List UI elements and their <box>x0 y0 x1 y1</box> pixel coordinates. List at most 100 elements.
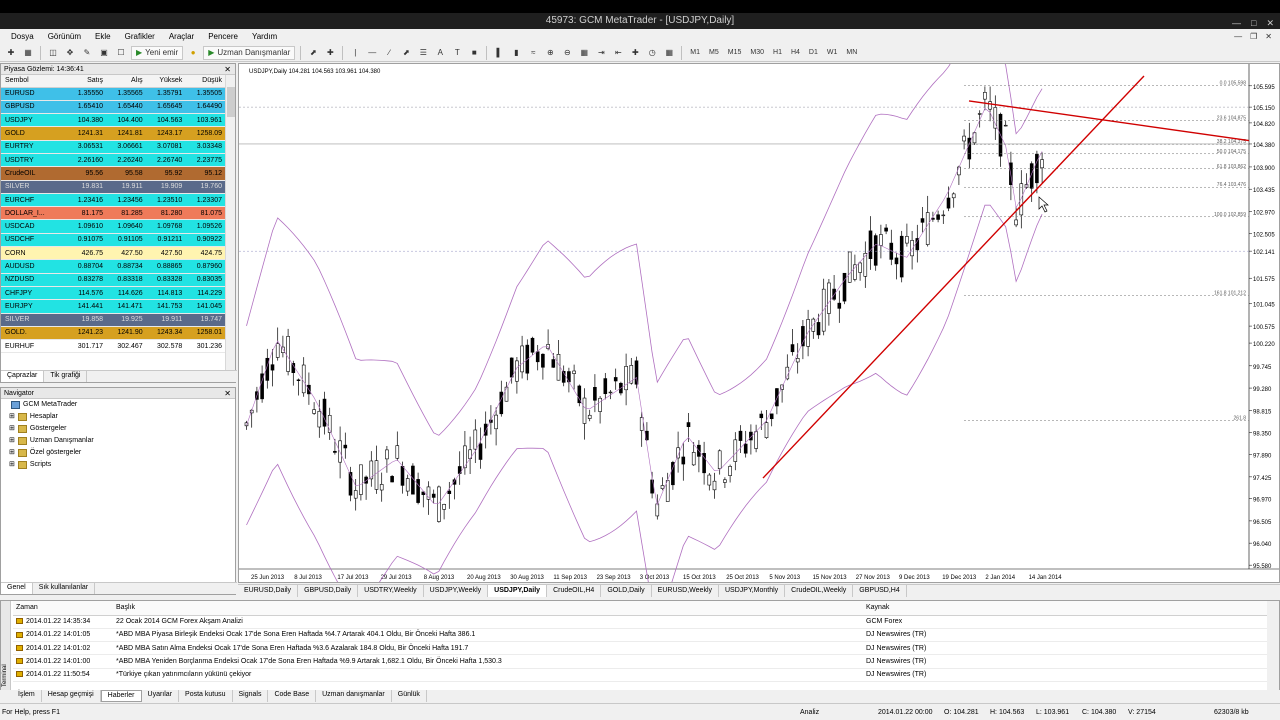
periods-icon[interactable]: ◷ <box>645 46 659 60</box>
terminal-tab[interactable]: Haberler <box>100 690 142 702</box>
market-watch-row[interactable]: EURJPY 141.441 141.471 141.753 141.045 <box>1 299 225 314</box>
menu-window[interactable]: Pencere <box>201 32 245 41</box>
child-minimize-icon[interactable]: — <box>1234 32 1242 41</box>
profiles-icon[interactable]: ▦ <box>21 46 35 60</box>
chart-tab[interactable]: GBPUSD,H4 <box>853 585 907 597</box>
market-watch-row[interactable]: GOLD. 1241.23 1241.90 1243.34 1258.01 <box>1 326 225 341</box>
market-watch-row[interactable]: EURCHF 1.23416 1.23456 1.23510 1.23307 <box>1 193 225 208</box>
metaeditor-icon[interactable]: ● <box>186 46 200 60</box>
navigator-root[interactable]: GCM MetaTrader <box>1 399 235 411</box>
tab-favorites[interactable]: Sık kullanılanlar <box>33 583 96 594</box>
zoom-out-icon[interactable]: ⊖ <box>560 46 574 60</box>
autoscroll-icon[interactable]: ⇥ <box>594 46 608 60</box>
timeframe-m5[interactable]: M5 <box>706 46 722 60</box>
market-watch-row[interactable]: GOLD 1241.31 1241.81 1243.17 1258.09 <box>1 126 225 141</box>
scrollbar-thumb[interactable] <box>227 87 235 117</box>
chart-tab[interactable]: GOLD,Daily <box>601 585 652 597</box>
cursor-icon[interactable]: ⬈ <box>306 46 320 60</box>
fibonacci-icon[interactable]: ☰ <box>416 46 430 60</box>
new-order-button[interactable]: ▶ Yeni emir <box>131 45 184 60</box>
timeframe-h4[interactable]: H4 <box>788 46 803 60</box>
child-restore-icon[interactable]: ❐ <box>1250 32 1257 41</box>
timeframe-h1[interactable]: H1 <box>770 46 785 60</box>
data-window-icon[interactable]: ✎ <box>80 46 94 60</box>
news-row[interactable]: 2014.01.22 14:01:02 *ABD MBA Satın Alma E… <box>13 641 1267 656</box>
market-watch-row[interactable]: NZDUSD 0.83278 0.83318 0.83328 0.83035 <box>1 273 225 287</box>
menu-tools[interactable]: Araçlar <box>162 32 201 41</box>
market-watch-row[interactable]: CHFJPY 114.576 114.626 114.813 114.229 <box>1 286 225 301</box>
expand-icon[interactable]: ⊞ <box>9 447 15 459</box>
timeframe-w1[interactable]: W1 <box>824 46 841 60</box>
market-watch-row[interactable]: USDCHF 0.91075 0.91105 0.91211 0.90922 <box>1 233 225 248</box>
menu-file[interactable]: Dosya <box>4 32 41 41</box>
column-header-time[interactable]: Zaman <box>13 601 113 616</box>
terminal-tab[interactable]: Signals <box>233 690 269 702</box>
crosshair-icon[interactable]: ✚ <box>323 46 337 60</box>
terminal-icon[interactable]: ▣ <box>97 46 111 60</box>
column-header-source[interactable]: Kaynak <box>863 601 1267 616</box>
news-row[interactable]: 2014.01.22 11:50:54 *Türkiye çıkan yatırı… <box>13 668 1267 682</box>
market-watch-row[interactable]: USDTRY 2.26160 2.26240 2.26740 2.23775 <box>1 153 225 168</box>
tab-tick-chart[interactable]: Tik grafiği <box>44 371 88 382</box>
market-watch-row[interactable]: USDCAD 1.09610 1.09640 1.09768 1.09526 <box>1 219 225 234</box>
horizontal-line-icon[interactable]: — <box>365 46 379 60</box>
news-row[interactable]: 2014.01.22 14:01:05 *ABD MBA Piyasa Birle… <box>13 628 1267 643</box>
price-chart[interactable]: 105.595 105.150 104.820 104.380 103.900 103.4… <box>239 64 1279 582</box>
navigator-item-scripts[interactable]: ⊞ Scripts <box>1 459 235 471</box>
market-watch-row[interactable]: USDJPY 104.380 104.400 104.563 103.961 <box>1 113 225 128</box>
column-header-low[interactable]: Düşük <box>185 75 225 88</box>
terminal-tab[interactable]: İşlem <box>12 690 42 702</box>
terminal-tab[interactable]: Hesap geçmişi <box>42 690 101 702</box>
news-scrollbar[interactable] <box>1267 601 1279 698</box>
chart-tab[interactable]: USDTRY,Weekly <box>358 585 424 597</box>
menu-view[interactable]: Görünüm <box>41 32 88 41</box>
timeframe-m30[interactable]: M30 <box>747 46 767 60</box>
channel-icon[interactable]: ⬈ <box>399 46 413 60</box>
news-row[interactable]: 2014.01.22 14:01:00 *ABD MBA Yeniden Borç… <box>13 654 1267 669</box>
market-watch-row[interactable]: CrudeOIL 95.56 95.58 95.92 95.12 <box>1 166 225 181</box>
timeframe-d1[interactable]: D1 <box>806 46 821 60</box>
trendline-icon[interactable]: ∕ <box>382 46 396 60</box>
close-icon[interactable]: ✕ <box>224 64 231 75</box>
chart-tab[interactable]: USDJPY,Weekly <box>424 585 489 597</box>
label-icon[interactable]: T <box>450 46 464 60</box>
market-watch-row[interactable]: EURUSD 1.35550 1.35565 1.35791 1.35505 <box>1 87 225 101</box>
chart-tab[interactable]: EURUSD,Weekly <box>652 585 719 597</box>
column-header-high[interactable]: Yüksek <box>145 75 186 88</box>
market-watch-row[interactable]: EURTRY 3.06531 3.06661 3.07081 3.03348 <box>1 140 225 154</box>
menu-charts[interactable]: Grafikler <box>118 32 162 41</box>
shapes-icon[interactable]: ■ <box>467 46 481 60</box>
child-close-icon[interactable]: ✕ <box>1265 32 1272 41</box>
tile-windows-icon[interactable]: ▦ <box>577 46 591 60</box>
market-watch-scrollbar[interactable] <box>225 75 235 371</box>
chart-window[interactable]: 105.595 105.150 104.820 104.380 103.900 103.4… <box>238 63 1280 583</box>
chart-tab[interactable]: CrudeOIL,H4 <box>547 585 602 597</box>
chart-tab[interactable]: USDJPY,Daily <box>488 585 548 597</box>
navigator-item-accounts[interactable]: ⊞ Hesaplar <box>1 411 235 423</box>
chart-tab[interactable]: CrudeOIL,Weekly <box>785 585 854 597</box>
timeframe-m1[interactable]: M1 <box>687 46 703 60</box>
text-icon[interactable]: A <box>433 46 447 60</box>
news-row[interactable]: 2014.01.22 14:35:34 22 Ocak 2014 GCM Fore… <box>13 615 1267 629</box>
navigator-item-experts[interactable]: ⊞ Uzman Danışmanlar <box>1 435 235 447</box>
timeframe-mn[interactable]: MN <box>843 46 860 60</box>
tab-general[interactable]: Genel <box>1 583 33 594</box>
expand-icon[interactable]: ⊞ <box>9 411 15 423</box>
chart-tab[interactable]: USDJPY,Monthly <box>719 585 786 597</box>
market-watch-row[interactable]: GBPUSD 1.65410 1.65440 1.65645 1.64490 <box>1 100 225 115</box>
chart-tab[interactable]: EURUSD,Daily <box>238 585 299 597</box>
new-chart-icon[interactable]: ✚ <box>4 46 18 60</box>
candlestick-icon[interactable]: ▮ <box>509 46 523 60</box>
terminal-tab[interactable]: Posta kutusu <box>179 690 233 702</box>
market-watch-icon[interactable]: ◫ <box>46 46 60 60</box>
zoom-in-icon[interactable]: ⊕ <box>543 46 557 60</box>
column-header-symbol[interactable]: Sembol <box>1 75 67 88</box>
column-header-ask[interactable]: Alış <box>106 75 146 88</box>
timeframe-m15[interactable]: M15 <box>725 46 745 60</box>
navigator-item-indicators[interactable]: ⊞ Göstergeler <box>1 423 235 435</box>
vertical-line-icon[interactable]: | <box>348 46 362 60</box>
line-chart-icon[interactable]: ≈ <box>526 46 540 60</box>
market-watch-row[interactable]: EURHUF 301.717 302.467 302.578 301.236 <box>1 339 225 354</box>
column-header-title[interactable]: Başlık <box>113 601 863 616</box>
menu-insert[interactable]: Ekle <box>88 32 118 41</box>
